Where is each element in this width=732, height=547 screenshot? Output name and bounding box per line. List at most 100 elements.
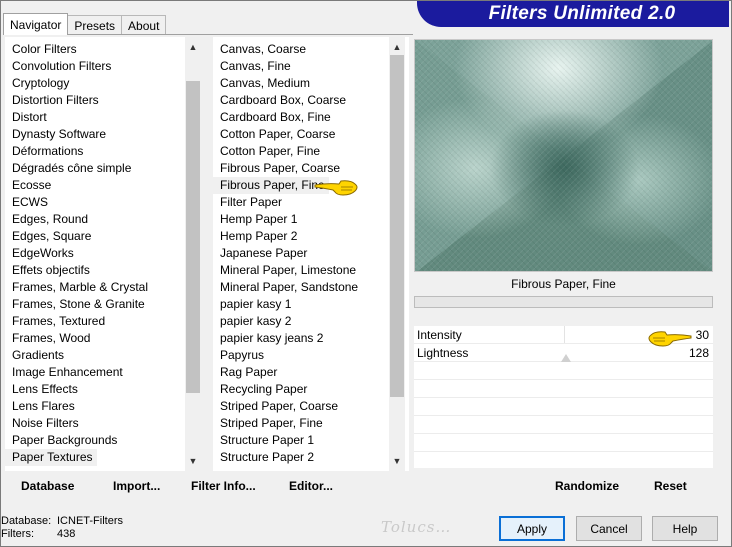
- filters-count-label: Filters:: [1, 528, 34, 540]
- category-list-item[interactable]: Frames, Stone & Granite: [5, 296, 185, 313]
- filter-list-item[interactable]: Cardboard Box, Coarse: [213, 92, 393, 109]
- filter-list-item[interactable]: Filter Paper: [213, 194, 393, 211]
- pointing-hand-icon: [648, 331, 692, 347]
- scrollbar-thumb[interactable]: [390, 55, 404, 397]
- category-list-item[interactable]: Convolution Filters: [5, 58, 185, 75]
- editor-button[interactable]: Editor...: [289, 479, 333, 493]
- pointing-hand-icon: [314, 180, 358, 196]
- help-button[interactable]: Help: [652, 516, 718, 541]
- category-list-item[interactable]: Frames, Marble & Crystal: [5, 279, 185, 296]
- filter-list-item[interactable]: Mineral Paper, Limestone: [213, 262, 393, 279]
- filter-list-item[interactable]: Hemp Paper 1: [213, 211, 393, 228]
- tab-navigator[interactable]: Navigator: [3, 13, 69, 35]
- database-button[interactable]: Database: [21, 479, 74, 493]
- empty-parameter-row: [414, 398, 713, 416]
- watermark-signature: Tolucs…: [381, 518, 452, 536]
- status-info: Database: ICNET-Filters Filters: 438: [1, 515, 123, 541]
- database-label: Database:: [1, 515, 52, 527]
- filter-list-item[interactable]: Hemp Paper 2: [213, 228, 393, 245]
- randomize-button[interactable]: Randomize: [555, 479, 619, 493]
- category-list-item[interactable]: Dynasty Software: [5, 126, 185, 143]
- parameter-value: 30: [695, 327, 709, 342]
- filter-list-item[interactable]: Structure Paper 1: [213, 432, 393, 449]
- category-list-item[interactable]: Paper Backgrounds: [5, 432, 185, 449]
- category-list-item[interactable]: ECWS: [5, 194, 185, 211]
- category-list-item[interactable]: Image Enhancement: [5, 364, 185, 381]
- filter-list-item[interactable]: Canvas, Fine: [213, 58, 393, 75]
- category-list-item[interactable]: Cryptology: [5, 75, 185, 92]
- empty-parameter-row: [414, 380, 713, 398]
- category-list-item[interactable]: Distort: [5, 109, 185, 126]
- filter-list-item[interactable]: Fibrous Paper, Fine: [213, 177, 329, 194]
- filter-list-item[interactable]: Cardboard Box, Fine: [213, 109, 393, 126]
- filter-preview-image: [414, 39, 713, 272]
- category-list-item[interactable]: Déformations: [5, 143, 185, 160]
- filter-list-item[interactable]: papier kasy 2: [213, 313, 393, 330]
- scroll-down-arrow-icon[interactable]: ▼: [389, 453, 405, 469]
- category-list-item[interactable]: Paper Textures: [5, 449, 97, 466]
- category-list-item[interactable]: Lens Effects: [5, 381, 185, 398]
- slider-thumb[interactable]: [561, 354, 571, 362]
- category-scrollbar[interactable]: ▲ ▼: [185, 37, 201, 471]
- render-progress-bar: [414, 296, 713, 308]
- category-list: Color Filters Convolution Filters Cryptolo…: [5, 41, 185, 466]
- filter-list: Canvas, Coarse Canvas, Fine Canvas, Medium…: [213, 41, 393, 466]
- filter-list-item[interactable]: Mineral Paper, Sandstone: [213, 279, 393, 296]
- category-list-item[interactable]: Frames, Wood: [5, 330, 185, 347]
- filter-list-item[interactable]: papier kasy 1: [213, 296, 393, 313]
- category-list-item[interactable]: Ecosse: [5, 177, 185, 194]
- cancel-button[interactable]: Cancel: [576, 516, 642, 541]
- category-list-item[interactable]: Edges, Square: [5, 228, 185, 245]
- filter-list-item[interactable]: Structure Paper 2: [213, 449, 393, 466]
- filter-list-item[interactable]: Rag Paper: [213, 364, 393, 381]
- filter-list-pane: Canvas, Coarse Canvas, Fine Canvas, Medium…: [213, 37, 409, 471]
- import-button[interactable]: Import...: [113, 479, 160, 493]
- category-list-item[interactable]: Dégradés cône simple: [5, 160, 185, 177]
- filters-count-value: 438: [57, 528, 76, 540]
- empty-parameter-row: [414, 434, 713, 452]
- filter-scrollbar[interactable]: ▲ ▼: [389, 37, 405, 471]
- filter-list-item[interactable]: Canvas, Coarse: [213, 41, 393, 58]
- filter-list-item[interactable]: Canvas, Medium: [213, 75, 393, 92]
- category-list-pane: Color Filters Convolution Filters Cryptolo…: [5, 37, 201, 471]
- tab-presets[interactable]: Presets: [67, 15, 123, 35]
- category-list-item[interactable]: Frames, Textured: [5, 313, 185, 330]
- selected-filter-name: Fibrous Paper, Fine: [511, 277, 616, 291]
- filters-unlimited-window: Filters Unlimited 2.0 Navigator Presets …: [0, 0, 732, 547]
- filter-list-item[interactable]: Recycling Paper: [213, 381, 393, 398]
- filter-list-item[interactable]: Striped Paper, Coarse: [213, 398, 393, 415]
- parameter-label: Intensity: [417, 327, 462, 342]
- category-list-item[interactable]: Edges, Round: [5, 211, 185, 228]
- category-list-item[interactable]: Noise Filters: [5, 415, 185, 432]
- reset-button[interactable]: Reset: [654, 479, 687, 493]
- scroll-down-arrow-icon[interactable]: ▼: [185, 453, 201, 469]
- scroll-up-arrow-icon[interactable]: ▲: [389, 39, 405, 55]
- right-action-bar: Randomize Reset: [414, 473, 713, 499]
- tab-about[interactable]: About: [121, 15, 167, 35]
- filter-list-item[interactable]: Striped Paper, Fine: [213, 415, 393, 432]
- scroll-up-arrow-icon[interactable]: ▲: [185, 39, 201, 55]
- category-list-item[interactable]: Lens Flares: [5, 398, 185, 415]
- apply-button[interactable]: Apply: [499, 516, 565, 541]
- category-list-item[interactable]: Distortion Filters: [5, 92, 185, 109]
- left-action-bar: Database Import... Filter Info... Editor…: [5, 473, 409, 499]
- filter-list-item[interactable]: papier kasy jeans 2: [213, 330, 393, 347]
- filter-info-button[interactable]: Filter Info...: [191, 479, 256, 493]
- empty-parameter-row: [414, 416, 713, 434]
- tab-strip: Navigator Presets About: [3, 13, 167, 35]
- filter-list-item[interactable]: Papyrus: [213, 347, 393, 364]
- empty-parameter-row: [414, 362, 713, 380]
- parameter-label: Lightness: [417, 345, 469, 360]
- slider-track[interactable]: [564, 326, 565, 343]
- category-list-item[interactable]: Effets objectifs: [5, 262, 185, 279]
- category-list-item[interactable]: Color Filters: [5, 41, 185, 58]
- scrollbar-thumb[interactable]: [186, 81, 200, 393]
- filter-list-item[interactable]: Japanese Paper: [213, 245, 393, 262]
- filter-list-item[interactable]: Cotton Paper, Coarse: [213, 126, 393, 143]
- category-list-item[interactable]: Gradients: [5, 347, 185, 364]
- filter-list-item[interactable]: Fibrous Paper, Coarse: [213, 160, 393, 177]
- database-value: ICNET-Filters: [57, 515, 123, 527]
- app-title-banner: Filters Unlimited 2.0: [417, 1, 729, 27]
- filter-list-item[interactable]: Cotton Paper, Fine: [213, 143, 393, 160]
- category-list-item[interactable]: EdgeWorks: [5, 245, 185, 262]
